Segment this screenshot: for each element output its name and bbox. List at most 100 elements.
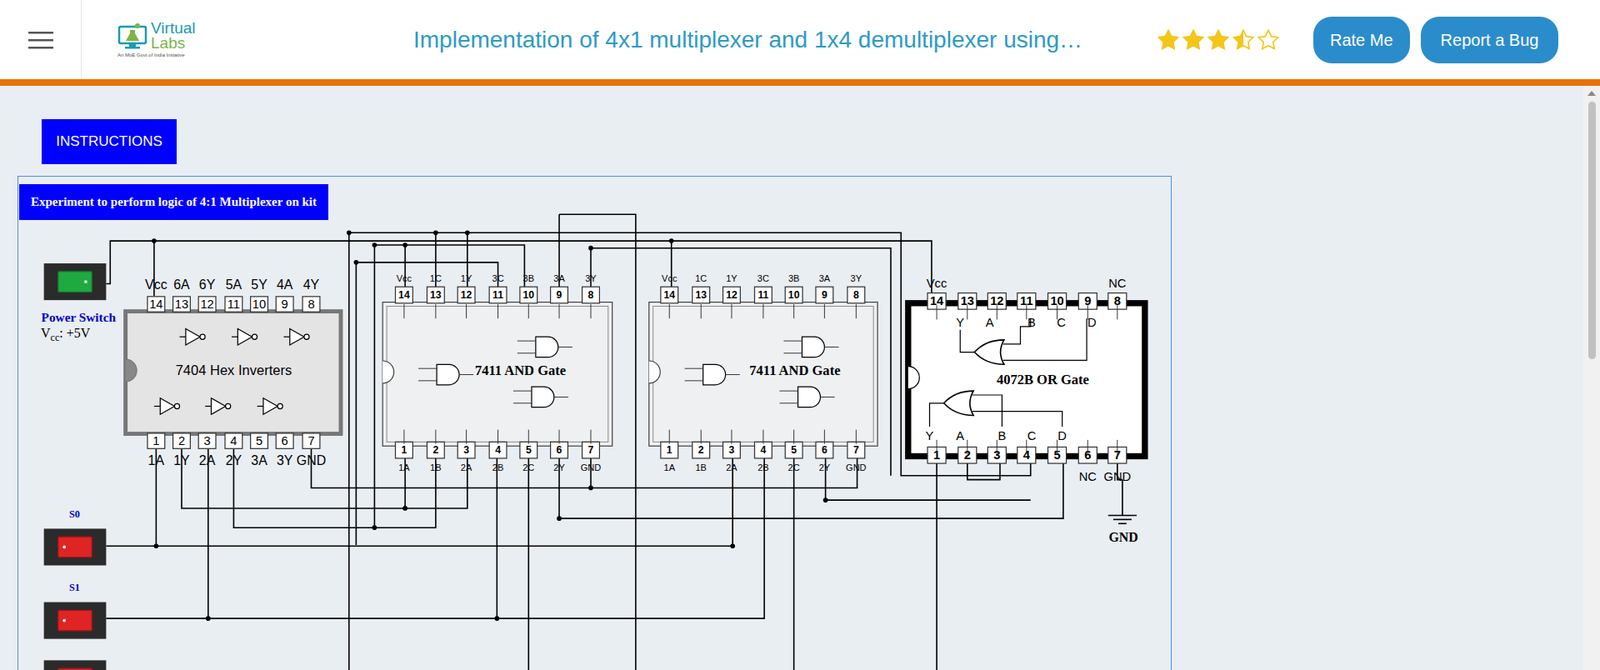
ic-pin[interactable] [660, 286, 679, 304]
menu-button[interactable] [0, 0, 82, 80]
ic-pin[interactable] [815, 441, 834, 459]
ic-pin[interactable] [520, 286, 538, 304]
ic-pin[interactable] [173, 433, 191, 449]
scroll-thumb[interactable] [1588, 101, 1596, 360]
rate-me-button[interactable]: Rate Me [1313, 16, 1410, 64]
ic-pin[interactable] [847, 286, 865, 304]
ic-pin[interactable] [550, 441, 569, 459]
ic-pin[interactable] [520, 441, 538, 459]
pin-label: 1A [148, 453, 165, 468]
inverter-icon [290, 328, 305, 345]
ic-pin[interactable] [302, 296, 320, 312]
ic-pin[interactable] [173, 296, 191, 312]
input-switch[interactable] [44, 528, 107, 565]
ic-pin[interactable] [550, 286, 569, 304]
ic-pin[interactable] [147, 296, 165, 312]
star-icon[interactable] [1231, 28, 1255, 52]
input-switch[interactable] [44, 660, 107, 670]
ic-pin[interactable] [815, 286, 834, 304]
junction [151, 238, 157, 244]
pin-label: 3B [788, 273, 800, 284]
junction [588, 245, 594, 251]
switch-rocker[interactable] [58, 271, 92, 292]
star-rating[interactable] [1156, 28, 1280, 52]
instructions-button[interactable]: INSTRUCTIONS [41, 119, 177, 165]
scroll-up-icon[interactable] [1587, 90, 1596, 96]
ic-pin[interactable] [426, 286, 445, 304]
ic-pin[interactable] [395, 286, 414, 304]
ic-chip: 14Vcc1312111098NC123456NC7GND4072B OR Ga… [908, 276, 1145, 483]
wire [105, 458, 733, 546]
star-icon[interactable] [1206, 28, 1230, 52]
wire [496, 458, 499, 619]
inverter-icon [210, 398, 225, 415]
junction [154, 543, 160, 549]
pin-label: 3Y [276, 453, 294, 468]
input-switch[interactable] [44, 602, 107, 640]
ic-pin[interactable] [785, 441, 803, 459]
pin-label: 5Y [250, 277, 268, 292]
pin-number: 4 [760, 444, 767, 456]
star-icon[interactable] [1181, 28, 1205, 52]
switch-rocker[interactable] [58, 610, 92, 630]
ic-pin[interactable] [426, 441, 445, 459]
ic-pin[interactable] [660, 441, 679, 459]
chip-name: 7411 AND Gate [749, 362, 840, 379]
pin-number: 13 [695, 289, 707, 301]
ic-pin[interactable] [489, 286, 507, 304]
ic-pin[interactable] [692, 441, 710, 459]
ic-pin[interactable] [302, 433, 320, 449]
pin-label: 4A [276, 277, 294, 292]
ic-pin[interactable] [489, 441, 507, 459]
ic-pin[interactable] [147, 433, 165, 449]
junction [354, 260, 360, 265]
ic-pin[interactable] [225, 296, 243, 312]
switch-rocker[interactable] [58, 536, 92, 557]
ic-pin[interactable] [457, 441, 475, 459]
pin-number: 14 [149, 297, 163, 311]
power-switch[interactable] [44, 263, 107, 300]
ic-pin[interactable] [457, 286, 475, 304]
junction [823, 497, 829, 503]
ic-pin[interactable] [847, 441, 865, 459]
pin-number: 12 [460, 289, 473, 301]
ic-pin[interactable] [250, 296, 269, 312]
ground-label: GND [1108, 530, 1138, 545]
inverter-icon [185, 328, 200, 345]
ic-pin[interactable] [225, 433, 243, 449]
logo[interactable]: Virtual Labs An MoE Govt of India Initia… [117, 20, 205, 60]
ic-pin[interactable] [250, 433, 269, 449]
ic-pin[interactable] [275, 296, 294, 312]
content: INSTRUCTIONS Experiment to perform logic… [0, 85, 1600, 670]
pin-number: 12 [725, 289, 738, 301]
scrollbar[interactable] [1583, 85, 1600, 670]
ic-pin[interactable] [198, 433, 216, 449]
ic-pin[interactable] [755, 441, 773, 459]
pin-number: 11 [492, 289, 504, 301]
report-bug-button[interactable]: Report a Bug [1420, 16, 1560, 64]
ic-pin[interactable] [582, 441, 600, 459]
ic-pin[interactable] [755, 286, 773, 304]
ic-pin[interactable] [692, 286, 710, 304]
star-icon[interactable] [1156, 28, 1180, 52]
ic-pin[interactable] [275, 433, 294, 449]
ic-pin[interactable] [582, 286, 600, 304]
switch-label: S0 [69, 508, 80, 520]
pin-number: 3 [729, 444, 735, 456]
gate-pin-label: B [1027, 315, 1036, 330]
ic-pin[interactable] [723, 441, 741, 459]
wire [207, 449, 210, 619]
ic-pin[interactable] [395, 441, 414, 459]
switch-rocker[interactable] [58, 668, 92, 670]
wire [967, 463, 1000, 480]
pin-number: 4 [495, 444, 501, 456]
star-icon[interactable] [1256, 28, 1280, 52]
pin-label: 1C [430, 273, 442, 284]
ic-pin[interactable] [723, 286, 741, 304]
pin-number: 10 [252, 297, 266, 311]
ic-pin[interactable] [198, 296, 216, 312]
inverter-icon [237, 328, 252, 345]
inverter-icon [263, 398, 278, 415]
ic-pin[interactable] [785, 286, 803, 304]
pin-label: 6A [173, 277, 190, 292]
